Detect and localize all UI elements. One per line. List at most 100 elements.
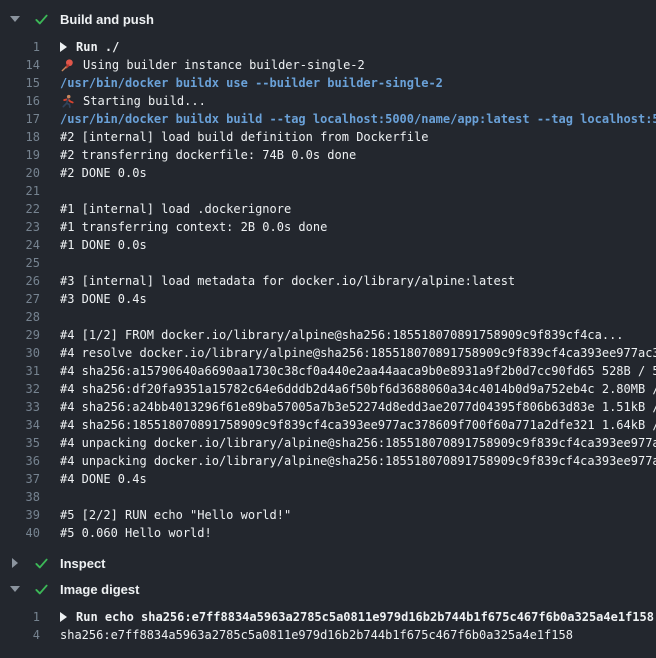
log-line-text: #4 resolve docker.io/library/alpine@sha2… bbox=[60, 344, 656, 362]
log-text: Starting build... bbox=[83, 92, 206, 110]
log-line: 31#4 sha256:a15790640a6690aa1730c38cf0a4… bbox=[0, 362, 656, 380]
line-number[interactable]: 36 bbox=[0, 452, 40, 470]
log-text: #3 DONE 0.4s bbox=[60, 290, 147, 308]
log-line: 1 Run ./ bbox=[0, 38, 656, 56]
log-line-text: #3 DONE 0.4s bbox=[60, 290, 147, 308]
log-line-text: Starting build... bbox=[60, 92, 206, 110]
line-number[interactable]: 25 bbox=[0, 254, 40, 272]
log-line: 28 bbox=[0, 308, 656, 326]
log-line-text: #4 [1/2] FROM docker.io/library/alpine@s… bbox=[60, 326, 624, 344]
log-line: 35 #4 unpacking docker.io/library/alpine@… bbox=[0, 434, 656, 452]
log-line-text: /usr/bin/docker buildx use --builder bui… bbox=[60, 74, 443, 92]
log-line: 23 #1 transferring context: 2B 0.0s done bbox=[0, 218, 656, 236]
log-text: Run ./ bbox=[76, 38, 119, 56]
log-text: #4 DONE 0.4s bbox=[60, 470, 147, 488]
section-title: Inspect bbox=[60, 556, 106, 571]
log-line: 21 bbox=[0, 182, 656, 200]
log-line-text: Using builder instance builder-single-2 bbox=[60, 56, 365, 74]
log-line: 22#1 [internal] load .dockerignore bbox=[0, 200, 656, 218]
log-line: 30 #4 resolve docker.io/library/alpine@sh… bbox=[0, 344, 656, 362]
line-number[interactable]: 18 bbox=[0, 128, 40, 146]
line-number[interactable]: 4 bbox=[0, 626, 40, 644]
line-number[interactable]: 30 bbox=[0, 344, 40, 362]
log-line: 34 #4 sha256:185518070891758909c9f839cf4c… bbox=[0, 416, 656, 434]
log-line: 26 #3 [internal] load metadata for docker… bbox=[0, 272, 656, 290]
log-text: #4 unpacking docker.io/library/alpine@sh… bbox=[60, 434, 656, 452]
log-text: #5 0.060 Hello world! bbox=[60, 524, 212, 542]
line-number[interactable]: 32 bbox=[0, 380, 40, 398]
line-number[interactable]: 23 bbox=[0, 218, 40, 236]
line-number[interactable]: 22 bbox=[0, 200, 40, 218]
line-number[interactable]: 14 bbox=[0, 56, 40, 74]
line-number[interactable]: 26 bbox=[0, 272, 40, 290]
log-line: 25 bbox=[0, 254, 656, 272]
line-number[interactable]: 39 bbox=[0, 506, 40, 524]
log-line: 18 #2 [internal] load build definition fr… bbox=[0, 128, 656, 146]
log-section-build-and-push: Build and push 1 Run ./ 14 Using builder ins… bbox=[0, 6, 656, 550]
log-text: #1 DONE 0.0s bbox=[60, 236, 147, 254]
line-number[interactable]: 35 bbox=[0, 434, 40, 452]
log-text: #4 sha256:185518070891758909c9f839cf4ca3… bbox=[60, 416, 656, 434]
section-header-build-and-push[interactable]: Build and push bbox=[0, 6, 656, 32]
section-title: Build and push bbox=[60, 12, 154, 27]
log-line-text: #2 [internal] load build definition from… bbox=[60, 128, 428, 146]
line-number[interactable]: 1 bbox=[0, 38, 40, 56]
line-number[interactable]: 1 bbox=[0, 608, 40, 626]
line-number[interactable]: 34 bbox=[0, 416, 40, 434]
log-line: 16 Starting build... bbox=[0, 92, 656, 110]
log-text: #4 [1/2] FROM docker.io/library/alpine@s… bbox=[60, 326, 624, 344]
line-number[interactable]: 15 bbox=[0, 74, 40, 92]
log-line-text: /usr/bin/docker buildx build --tag local… bbox=[60, 110, 656, 128]
line-number[interactable]: 28 bbox=[0, 308, 40, 326]
line-number[interactable]: 38 bbox=[0, 488, 40, 506]
log-line: 39#5 [2/2] RUN echo "Hello world!" bbox=[0, 506, 656, 524]
log-line: 14 Using builder instance builder-single-… bbox=[0, 56, 656, 74]
log-section-inspect: Inspect bbox=[0, 550, 656, 576]
log-line-text: #4 sha256:df20fa9351a15782c64e6dddb2d4a6… bbox=[60, 380, 656, 398]
log-line-text: #4 unpacking docker.io/library/alpine@sh… bbox=[60, 452, 656, 470]
log-text: #2 [internal] load build definition from… bbox=[60, 128, 428, 146]
log-line-text: #4 sha256:185518070891758909c9f839cf4ca3… bbox=[60, 416, 656, 434]
play-icon[interactable] bbox=[60, 612, 67, 622]
line-number[interactable]: 19 bbox=[0, 146, 40, 164]
line-number[interactable]: 20 bbox=[0, 164, 40, 182]
section-header-inspect[interactable]: Inspect bbox=[0, 550, 656, 576]
line-number[interactable]: 40 bbox=[0, 524, 40, 542]
success-check-icon bbox=[34, 582, 49, 597]
success-check-icon bbox=[34, 556, 49, 571]
pushpin-icon bbox=[60, 58, 75, 73]
log-text: #2 transferring dockerfile: 74B 0.0s don… bbox=[60, 146, 356, 164]
log-text: sha256:e7ff8834a5963a2785c5a0811e979d16b… bbox=[60, 626, 573, 644]
line-number[interactable]: 16 bbox=[0, 92, 40, 110]
log-text: Using builder instance builder-single-2 bbox=[83, 56, 365, 74]
log-line: 20#2 DONE 0.0s bbox=[0, 164, 656, 182]
log-block-build-and-push: 1 Run ./ 14 Using builder instance builder-… bbox=[0, 32, 656, 550]
line-number[interactable]: 24 bbox=[0, 236, 40, 254]
line-number[interactable]: 21 bbox=[0, 182, 40, 200]
line-number[interactable]: 31 bbox=[0, 362, 40, 380]
chevron-right-icon[interactable] bbox=[9, 558, 21, 568]
log-line: 24 #1 DONE 0.0s bbox=[0, 236, 656, 254]
chevron-down-icon[interactable] bbox=[9, 16, 21, 22]
log-line-text: #5 0.060 Hello world! bbox=[60, 524, 212, 542]
log-text: #3 [internal] load metadata for docker.i… bbox=[60, 272, 515, 290]
log-line-text: #2 transferring dockerfile: 74B 0.0s don… bbox=[60, 146, 356, 164]
log-line: 36 #4 unpacking docker.io/library/alpine@… bbox=[0, 452, 656, 470]
log-section-image-digest: Image digest 1 Run echo sha256:e7ff8834a59… bbox=[0, 576, 656, 652]
log-line-text: #4 sha256:a24bb4013296f61e89ba57005a7b3e… bbox=[60, 398, 656, 416]
line-number[interactable]: 37 bbox=[0, 470, 40, 488]
section-header-image-digest[interactable]: Image digest bbox=[0, 576, 656, 602]
line-number[interactable]: 33 bbox=[0, 398, 40, 416]
play-icon[interactable] bbox=[60, 42, 67, 52]
log-line-text: #1 transferring context: 2B 0.0s done bbox=[60, 218, 327, 236]
log-line: 33 #4 sha256:a24bb4013296f61e89ba57005a7b… bbox=[0, 398, 656, 416]
chevron-down-icon[interactable] bbox=[9, 586, 21, 592]
line-number[interactable]: 27 bbox=[0, 290, 40, 308]
log-line-text: Run echo sha256:e7ff8834a5963a2785c5a081… bbox=[60, 608, 654, 626]
log-line: 40 #5 0.060 Hello world! bbox=[0, 524, 656, 542]
log-line: 27 #3 DONE 0.4s bbox=[0, 290, 656, 308]
line-number[interactable]: 17 bbox=[0, 110, 40, 128]
log-text: #4 resolve docker.io/library/alpine@sha2… bbox=[60, 344, 656, 362]
line-number[interactable]: 29 bbox=[0, 326, 40, 344]
log-line: 4 sha256:e7ff8834a5963a2785c5a0811e979d16… bbox=[0, 626, 656, 644]
